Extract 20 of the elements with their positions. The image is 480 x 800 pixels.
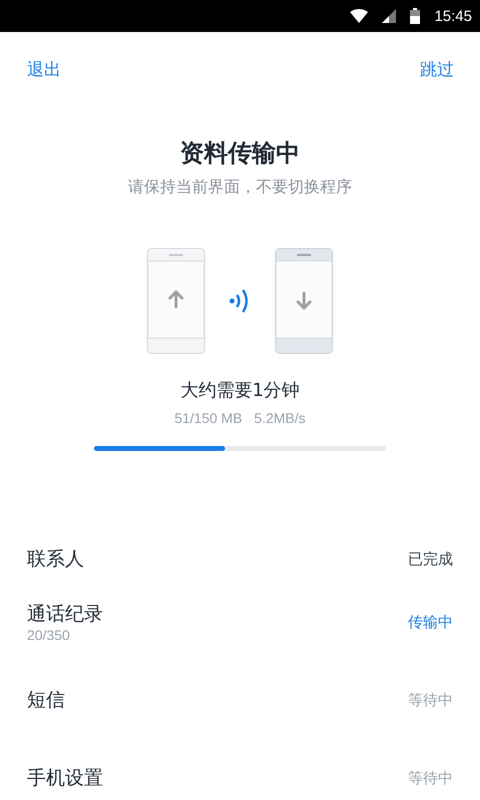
transfer-size: 51/150 MB [174,410,242,426]
category-name: 手机设置 [27,766,103,791]
clock: 15:45 [434,8,472,24]
exit-link[interactable]: 退出 [27,58,61,81]
transfer-status: 等待中 [408,690,453,710]
signal-icon [382,9,396,23]
category-count: 20/350 [27,627,71,643]
category-name: 联系人 [27,547,84,572]
category-name: 短信 [27,688,65,713]
transfer-status: 等待中 [408,768,453,788]
transfer-status: 传输中 [408,612,453,632]
transfer-status: 已完成 [408,550,453,568]
battery-icon [410,8,420,24]
transfer-speed: 5.2MB/s [254,410,306,426]
page-subtitle: 请保持当前界面，不要切换程序 [127,177,353,198]
skip-link[interactable]: 跳过 [420,58,454,81]
page-title: 资料传输中 [179,138,301,169]
wifi-icon [350,9,368,23]
category-name: 通话纪录 [27,602,103,627]
time-estimate: 大约需要1分钟 [179,379,301,402]
